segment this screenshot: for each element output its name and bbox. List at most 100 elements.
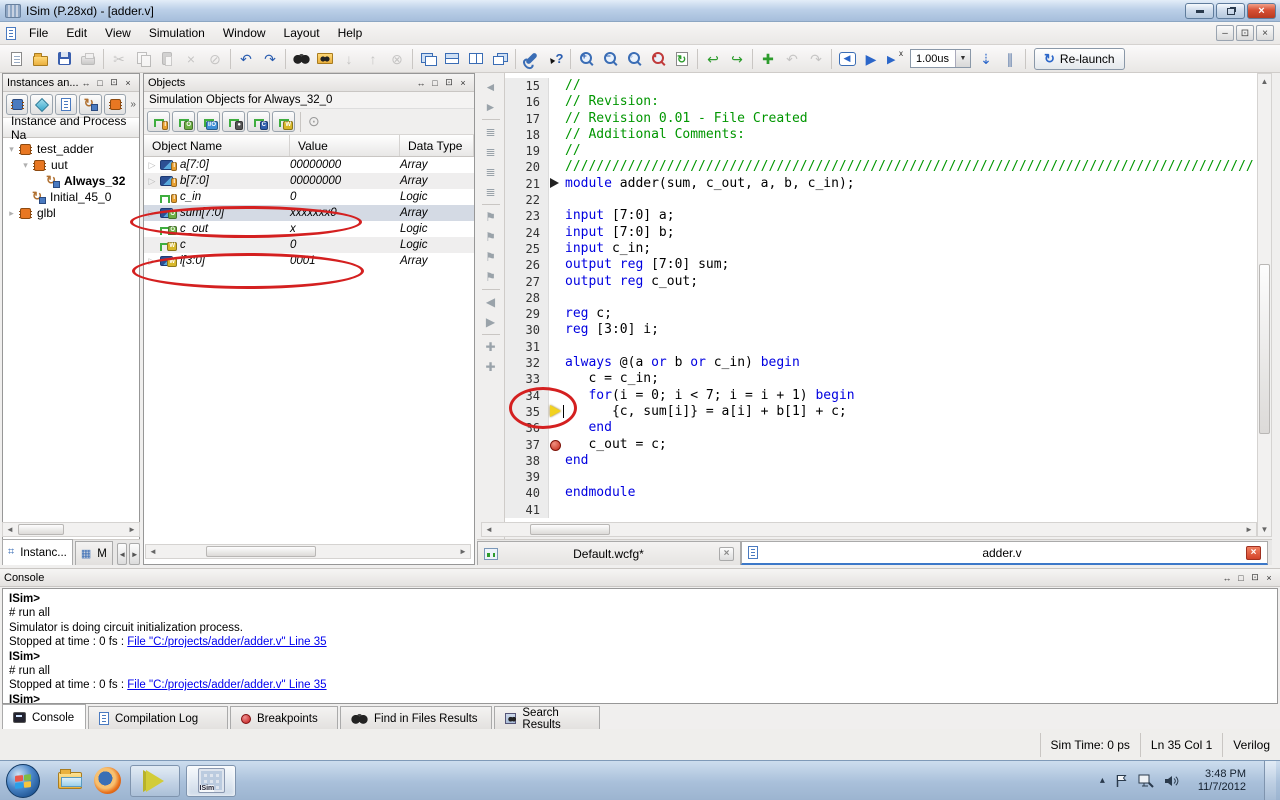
line-numbers-icon[interactable]: ≣: [480, 122, 502, 142]
toolbar-overflow-icon[interactable]: »: [130, 99, 136, 110]
taskbar-ise-button[interactable]: [130, 764, 180, 797]
find-in-files-icon[interactable]: [313, 47, 337, 71]
line-number[interactable]: 24: [505, 224, 549, 241]
menu-layout[interactable]: Layout: [275, 23, 329, 43]
tree-item-test_adder[interactable]: ▾ test_adder: [3, 141, 139, 157]
volume-icon[interactable]: [1164, 774, 1180, 788]
object-row-a-7-0-[interactable]: ▷ Ia[7:0] 00000000 Array: [144, 157, 474, 173]
undock-panel-icon[interactable]: ↔: [1220, 571, 1234, 584]
editor-tab-adder-v[interactable]: adder.v ×: [741, 541, 1268, 565]
close-button[interactable]: ×: [1247, 3, 1276, 19]
close-panel-icon[interactable]: ×: [121, 76, 135, 89]
tile-vertical-icon[interactable]: [464, 47, 488, 71]
console-tab-search-results[interactable]: Search Results: [494, 706, 600, 731]
close-tab-icon[interactable]: ×: [1246, 545, 1261, 560]
virtual-clock-icon[interactable]: ⊙: [308, 113, 320, 130]
instances-filter-doc-icon[interactable]: [54, 94, 78, 115]
panel-tab-instanc-[interactable]: ⌗ Instanc...: [2, 539, 73, 565]
line-number[interactable]: 22: [505, 192, 549, 209]
maximize-panel-icon[interactable]: □: [93, 76, 107, 89]
run-for-time-icon[interactable]: [883, 47, 907, 71]
line-number[interactable]: 29: [505, 306, 549, 323]
close-tab-icon[interactable]: ×: [719, 546, 734, 561]
taskbar-clock[interactable]: 3:48 PM 11/7/2012: [1198, 768, 1246, 794]
goto-next-icon[interactable]: ↪: [725, 47, 749, 71]
tree-expander-icon[interactable]: ▾: [19, 160, 32, 171]
menu-window[interactable]: Window: [214, 23, 275, 43]
filter-inputs-icon[interactable]: I: [147, 111, 170, 132]
break-icon[interactable]: ∥: [998, 47, 1022, 71]
sim-time-input[interactable]: 1.00us ▼: [910, 49, 971, 68]
network-icon[interactable]: [1138, 774, 1154, 788]
object-row-i-3-0-[interactable]: ▷ Wi[3:0] 0001 Array: [144, 253, 474, 269]
menu-help[interactable]: Help: [329, 23, 372, 43]
relaunch-button[interactable]: ↻ Re-launch: [1034, 47, 1125, 70]
line-number[interactable]: 36: [505, 420, 549, 437]
pan-icon[interactable]: ✚: [480, 337, 502, 357]
line-number[interactable]: 21: [505, 175, 549, 193]
line-number[interactable]: 20: [505, 159, 549, 176]
tree-expander-icon[interactable]: ▸: [5, 208, 18, 219]
mdi-restore-button[interactable]: ⊡: [1236, 25, 1254, 41]
float-panel-icon[interactable]: ⊡: [1248, 571, 1262, 584]
taskbar-isim-button[interactable]: ISim: [186, 764, 236, 797]
line-number[interactable]: 25: [505, 240, 549, 258]
instances-filter-chip-blue-icon[interactable]: [6, 94, 29, 115]
line-number[interactable]: 16: [505, 94, 549, 111]
scroll-up-icon[interactable]: ▲: [1258, 75, 1271, 87]
line-number[interactable]: 33: [505, 371, 549, 388]
column-object-name[interactable]: Object Name: [144, 135, 290, 156]
mdi-close-button[interactable]: ×: [1256, 25, 1274, 41]
cascade-windows-icon[interactable]: [416, 47, 440, 71]
prev-bookmark-icon[interactable]: ⚑: [480, 247, 502, 267]
nav-back-icon[interactable]: ◀: [480, 292, 502, 312]
open-file-icon[interactable]: [28, 47, 52, 71]
goto-previous-icon[interactable]: ↩: [701, 47, 725, 71]
editor-hscrollbar[interactable]: ◄ ►: [481, 522, 1257, 537]
object-row-sum-7-0-[interactable]: ▷ Osum[7:0] xxxxxxx0 Array: [144, 205, 474, 221]
tree-item-initial_45_0[interactable]: Initial_45_0: [3, 189, 139, 205]
line-number[interactable]: 34: [505, 387, 549, 404]
code-editor[interactable]: 15 // 16 // Revision: 17 // Revision 0.01 - F…: [505, 73, 1257, 522]
menu-view[interactable]: View: [96, 23, 140, 43]
taskbar-explorer-button[interactable]: [58, 769, 82, 789]
zoom-out-icon[interactable]: −: [598, 47, 622, 71]
indent-guide-icon[interactable]: ≣: [480, 182, 502, 202]
line-number[interactable]: 39: [505, 469, 549, 486]
line-number[interactable]: 23: [505, 208, 549, 225]
line-number[interactable]: 38: [505, 452, 549, 470]
column-value[interactable]: Value: [290, 135, 400, 156]
zoom-full-icon[interactable]: ◦: [622, 47, 646, 71]
menu-file[interactable]: File: [20, 23, 57, 43]
object-row-c-in[interactable]: Ic_in 0 Logic: [144, 189, 474, 205]
tab-scroll-left-icon[interactable]: ◄: [116, 543, 128, 565]
undock-panel-icon[interactable]: ↔: [79, 76, 93, 89]
line-number[interactable]: 19: [505, 143, 549, 160]
row-expander-icon[interactable]: ▷: [144, 256, 160, 267]
panel-tab-m[interactable]: ▦ M: [74, 541, 113, 565]
instances-hscrollbar[interactable]: ◄ ►: [2, 522, 140, 537]
run-all-icon[interactable]: ▶: [859, 47, 883, 71]
breakpoint-icon[interactable]: [550, 439, 561, 451]
instances-filter-cube-icon[interactable]: [30, 94, 53, 115]
line-number[interactable]: 26: [505, 257, 549, 274]
minimize-button[interactable]: [1185, 3, 1214, 19]
step-icon[interactable]: ⇣: [974, 47, 998, 71]
redo-icon[interactable]: ↷: [258, 47, 282, 71]
line-number[interactable]: 18: [505, 126, 549, 144]
filter-internal-icon[interactable]: ●: [222, 111, 245, 132]
next-bookmark-icon[interactable]: ⚑: [480, 227, 502, 247]
scroll-left-icon[interactable]: ◄: [4, 523, 16, 536]
filter-inouts-icon[interactable]: I/O: [197, 111, 220, 132]
console-tab-compilation-log[interactable]: Compilation Log: [88, 706, 228, 730]
console-tab-breakpoints[interactable]: Breakpoints: [230, 706, 338, 730]
breakpoint-marker[interactable]: [549, 437, 565, 453]
menu-edit[interactable]: Edit: [57, 23, 96, 43]
restore-button[interactable]: [1216, 3, 1245, 19]
scroll-right-icon[interactable]: ►: [1243, 523, 1255, 536]
start-button[interactable]: [6, 763, 40, 798]
reload-icon[interactable]: [670, 47, 694, 71]
zoom-in-icon[interactable]: +: [574, 47, 598, 71]
new-file-icon[interactable]: [4, 47, 28, 71]
line-number[interactable]: 37: [505, 436, 549, 453]
